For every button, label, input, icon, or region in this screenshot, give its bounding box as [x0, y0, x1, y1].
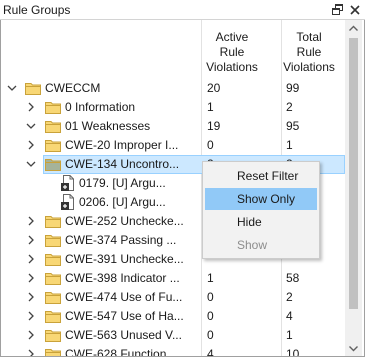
folder-icon: [45, 120, 61, 133]
active-violations-value: 1: [207, 100, 214, 114]
tree-row-label: 0179. [U] Argu...: [79, 176, 166, 190]
column-header-active-violations[interactable]: Active Rule Violations: [199, 30, 265, 75]
tree-row-label: CWE-20 Improper I...: [65, 138, 179, 152]
chevron-down-icon[interactable]: [25, 120, 37, 132]
folder-icon: [45, 329, 61, 342]
rule-document-icon: [61, 175, 75, 191]
total-violations-value: 58: [286, 271, 300, 285]
tree-row[interactable]: CWE-474 Use of Fu... 0 2: [1, 288, 345, 307]
tree-row[interactable]: CWE-563 Unused V... 0 1: [1, 326, 345, 345]
total-violations-value: 2: [286, 290, 293, 304]
total-violations-value: 4: [286, 309, 293, 323]
chevron-right-icon[interactable]: [25, 139, 37, 151]
folder-icon: [45, 291, 61, 304]
tree-row-label: 0206. [U] Argu...: [79, 195, 166, 209]
tree-row[interactable]: CWE-628 Function ... 4 10: [1, 345, 345, 357]
tree-row-label: CWE-474 Use of Fu...: [65, 290, 183, 304]
folder-icon: [45, 139, 61, 152]
folder-icon: [45, 215, 61, 228]
context-menu: Reset Filter Show Only Hide Show: [202, 161, 320, 259]
chevron-right-icon[interactable]: [25, 253, 37, 265]
chevron-right-icon[interactable]: [25, 101, 37, 113]
total-violations-value: 2: [286, 100, 293, 114]
scroll-up-icon[interactable]: [345, 20, 362, 37]
chevron-down-icon[interactable]: [25, 158, 37, 170]
chevron-right-icon[interactable]: [25, 234, 37, 246]
chevron-down-icon[interactable]: [6, 82, 18, 94]
active-violations-value: 19: [207, 119, 221, 133]
rule-document-icon: [61, 194, 75, 210]
scroll-down-icon[interactable]: [345, 340, 362, 356]
active-violations-value: 20: [207, 81, 221, 95]
tree-row-label: CWE-134 Uncontro...: [65, 157, 180, 171]
tree-row-label: CWE-547 Use of Ha...: [65, 309, 184, 323]
tree-row[interactable]: CWECCM 20 99: [1, 79, 345, 98]
tree-row-label: CWE-628 Function ...: [65, 347, 180, 357]
active-violations-value: 0: [207, 328, 214, 342]
active-violations-value: 0: [207, 138, 214, 152]
tree-row[interactable]: CWE-398 Indicator ... 1 58: [1, 269, 345, 288]
vertical-scrollbar[interactable]: [345, 20, 362, 356]
close-icon[interactable]: [347, 2, 363, 18]
tree-row-label: CWE-398 Indicator ...: [65, 271, 180, 285]
tree-row[interactable]: CWE-20 Improper I... 0 1: [1, 136, 345, 155]
tree-row-label: 0 Information: [65, 100, 136, 114]
menu-item-show[interactable]: Show: [205, 234, 317, 256]
tree-row[interactable]: 01 Weaknesses 19 95: [1, 117, 345, 136]
tree-row-label: CWECCM: [45, 81, 101, 95]
tree-row[interactable]: 0 Information 1 2: [1, 98, 345, 117]
chevron-right-icon[interactable]: [25, 215, 37, 227]
active-violations-value: 1: [207, 271, 214, 285]
tree-row-label: CWE-563 Unused V...: [65, 328, 182, 342]
menu-item-hide[interactable]: Hide: [205, 211, 317, 233]
tree-row[interactable]: CWE-547 Use of Ha... 0 4: [1, 307, 345, 326]
folder-icon: [45, 253, 61, 266]
folder-icon: [45, 310, 61, 323]
total-violations-value: 1: [286, 138, 293, 152]
active-violations-value: 0: [207, 309, 214, 323]
total-violations-value: 99: [286, 81, 300, 95]
chevron-right-icon[interactable]: [25, 272, 37, 284]
restore-window-icon[interactable]: [330, 2, 346, 18]
rule-groups-panel: Active Rule Violations Total Rule Violat…: [0, 20, 365, 357]
chevron-right-icon[interactable]: [25, 291, 37, 303]
folder-icon: [45, 101, 61, 114]
chevron-right-icon[interactable]: [25, 348, 37, 356]
tree-row-label: CWE-252 Unchecke...: [65, 214, 184, 228]
chevron-right-icon[interactable]: [25, 310, 37, 322]
active-violations-value: 0: [207, 290, 214, 304]
panel-titlebar: Rule Groups: [0, 0, 365, 20]
tree-row-label: CWE-391 Unchecke...: [65, 252, 184, 266]
total-violations-value: 95: [286, 119, 300, 133]
panel-title: Rule Groups: [3, 3, 71, 17]
tree-row-label: 01 Weaknesses: [65, 119, 151, 133]
total-violations-value: 1: [286, 328, 293, 342]
column-header-total-violations[interactable]: Total Rule Violations: [281, 30, 337, 75]
folder-icon: [45, 272, 61, 285]
tree-row-label: CWE-374 Passing ...: [65, 233, 177, 247]
folder-icon: [45, 348, 61, 356]
folder-icon: [45, 234, 61, 247]
menu-item-reset-filter[interactable]: Reset Filter: [205, 165, 317, 187]
total-violations-value: 10: [286, 347, 300, 357]
folder-icon: [25, 82, 41, 95]
menu-item-show-only[interactable]: Show Only: [205, 188, 317, 210]
chevron-right-icon[interactable]: [25, 329, 37, 341]
folder-icon: [45, 158, 61, 171]
scrollbar-thumb[interactable]: [349, 38, 358, 309]
active-violations-value: 4: [207, 347, 214, 357]
